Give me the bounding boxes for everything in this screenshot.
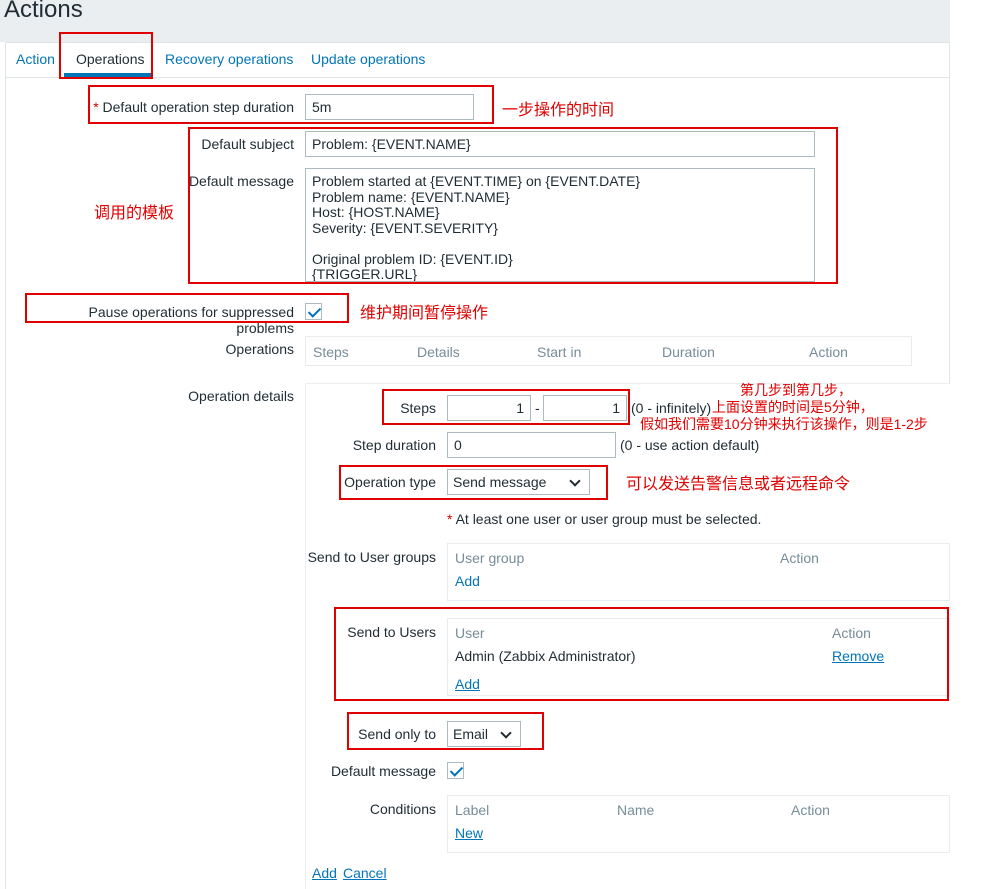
column-header: Action bbox=[791, 802, 830, 818]
annotation-op-type: 可以发送告警信息或者远程命令 bbox=[626, 476, 851, 493]
column-header: Label bbox=[455, 802, 490, 818]
annotation-step-time: 一步操作的时间 bbox=[502, 102, 615, 119]
user-groups-table: User group Action Add bbox=[447, 543, 950, 601]
step-duration-detail-input[interactable] bbox=[447, 432, 616, 458]
highlight-box bbox=[88, 85, 494, 124]
required-mark: * bbox=[447, 511, 453, 527]
highlight-box bbox=[334, 607, 949, 701]
conditions-label: Conditions bbox=[369, 801, 436, 817]
highlight-box bbox=[382, 389, 630, 425]
steps-hint: (0 - infinitely) bbox=[631, 400, 712, 416]
column-header: Details bbox=[417, 344, 460, 360]
annotation-template: 调用的模板 bbox=[94, 205, 175, 222]
step-duration-detail-label: Step duration bbox=[352, 437, 436, 453]
cancel-operation-link[interactable]: Cancel bbox=[343, 865, 387, 881]
annotation-maintenance: 维护期间暂停操作 bbox=[360, 305, 489, 322]
conditions-table: Label Name Action New bbox=[447, 795, 950, 853]
step-duration-hint: (0 - use action default) bbox=[620, 437, 760, 453]
column-header: Steps bbox=[313, 344, 349, 360]
annotation-steps-2: 上面设置的时间是5分钟， bbox=[712, 399, 874, 415]
default-message-checkbox[interactable] bbox=[447, 762, 464, 779]
warning-text: At least one user or user group must be … bbox=[455, 511, 762, 527]
column-header: User group bbox=[455, 550, 525, 566]
page-title: Actions bbox=[4, 0, 83, 23]
operation-details-label: Operation details bbox=[188, 388, 294, 404]
new-condition-link[interactable]: New bbox=[455, 825, 483, 841]
highlight-box bbox=[339, 465, 608, 500]
annotation-steps-1: 第几步到第几步， bbox=[740, 382, 852, 398]
highlight-box bbox=[59, 32, 153, 79]
tab-action[interactable]: Action bbox=[16, 51, 55, 67]
column-header: Start in bbox=[537, 344, 582, 360]
user-groups-label: Send to User groups bbox=[307, 549, 436, 565]
column-header: Action bbox=[809, 344, 848, 360]
tab-update-operations[interactable]: Update operations bbox=[311, 51, 425, 67]
column-header: Duration bbox=[662, 344, 715, 360]
default-message-label: Default message bbox=[330, 763, 436, 779]
tab-recovery-operations[interactable]: Recovery operations bbox=[165, 51, 293, 67]
operations-table: Steps Details Start in Duration Action bbox=[305, 336, 912, 366]
column-header: Action bbox=[780, 550, 819, 566]
add-user-group-link[interactable]: Add bbox=[455, 573, 480, 589]
annotation-steps-3: 假如我们需要10分钟来执行该操作，则是1-2步 bbox=[640, 416, 928, 432]
highlight-box bbox=[188, 127, 838, 284]
operations-label: Operations bbox=[225, 341, 294, 357]
add-operation-link[interactable]: Add bbox=[312, 865, 337, 881]
highlight-box bbox=[347, 712, 544, 750]
highlight-box bbox=[25, 293, 349, 323]
column-header: Name bbox=[617, 802, 655, 818]
